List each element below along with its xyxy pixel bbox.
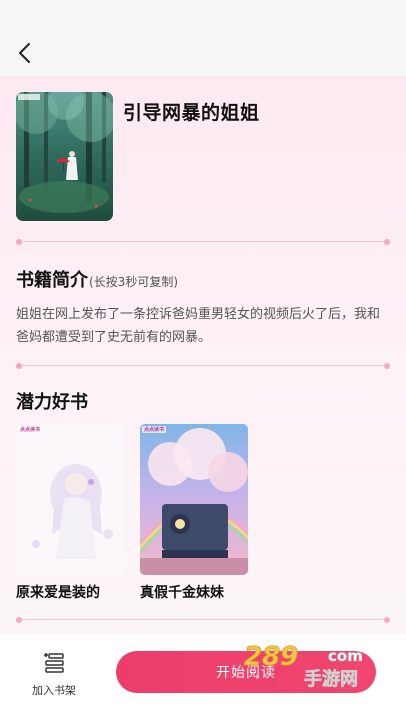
section-divider <box>16 617 390 623</box>
recommended-book-cover: 点点读书 <box>140 424 248 575</box>
intro-section-title: 书籍简介 <box>16 270 88 291</box>
book-title: 引导网暴的姐姐 <box>123 102 260 124</box>
recommended-book-cover: 点点读书 <box>16 424 124 575</box>
book-intro-text[interactable]: 姐姐在网上发布了一条控诉爸妈重男轻女的视频后火了后，我和爸妈都遭受到了史无前有的… <box>16 303 388 349</box>
recommended-book-name: 真假千金妹妹 <box>140 585 224 601</box>
copy-hint: (长按3秒可复制) <box>89 275 178 289</box>
start-reading-label: 开始阅读 <box>216 665 276 681</box>
recommend-section-title: 潜力好书 <box>16 392 88 413</box>
recommended-book-card[interactable]: 点点读书 原来爱是装的 <box>16 424 124 601</box>
recommended-book-name: 原来爱是装的 <box>16 585 100 601</box>
add-to-shelf-label: 加入书架 <box>32 684 76 697</box>
section-divider <box>16 363 390 369</box>
start-reading-button[interactable]: 开始阅读 <box>116 651 376 693</box>
publisher-logo: 点点读书 <box>142 426 167 433</box>
recommended-book-card[interactable]: 点点读书 真假千金妹妹 <box>140 424 248 601</box>
intro-section-heading: 书籍简介(长按3秒可复制) <box>16 266 178 292</box>
section-divider <box>16 239 390 245</box>
publisher-logo: 点点读书 <box>18 426 43 433</box>
back-button[interactable] <box>10 38 40 68</box>
book-cover <box>16 92 113 221</box>
add-to-shelf-button[interactable]: 加入书架 <box>24 648 84 698</box>
home-indicator-area <box>0 714 406 721</box>
bookshelf-icon <box>44 653 64 673</box>
top-bar <box>0 0 406 76</box>
back-arrow-icon <box>19 43 30 63</box>
